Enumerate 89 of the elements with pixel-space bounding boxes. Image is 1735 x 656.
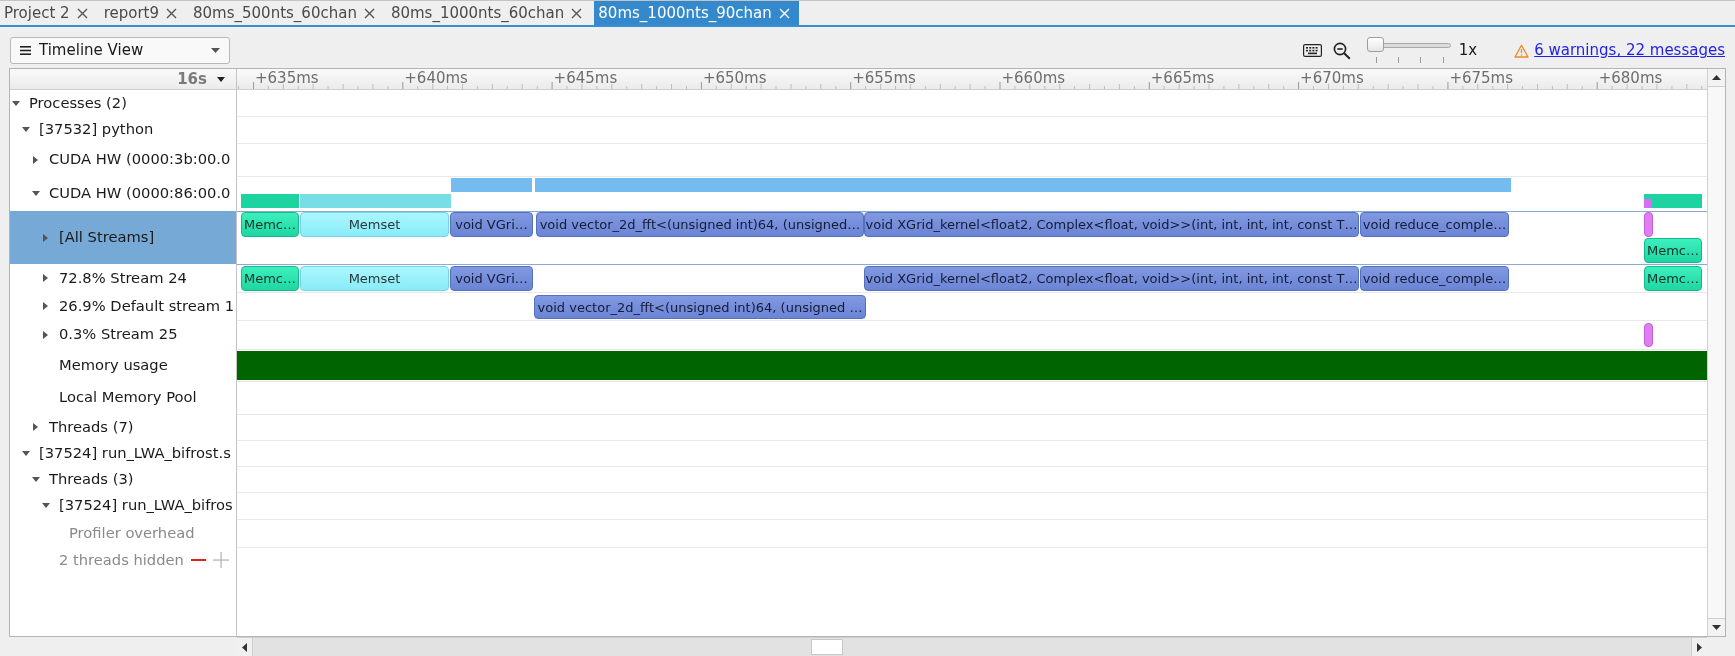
tree-item[interactable]: Profiler overhead <box>10 519 236 547</box>
caret-down-icon[interactable] <box>32 191 40 196</box>
triangle-left-icon <box>242 642 247 652</box>
kernel-event[interactable]: void VGri… <box>450 212 533 237</box>
triangle-up-icon <box>1712 75 1721 80</box>
tree-item[interactable]: Threads (3) <box>10 466 236 492</box>
kernel-event[interactable]: void VGri… <box>450 266 533 291</box>
caret-down-icon[interactable] <box>32 476 40 482</box>
time-label: +650ms <box>702 69 767 88</box>
memcpy-event[interactable]: Memc… <box>1644 238 1702 263</box>
tab[interactable]: 80ms_500nts_60chan <box>189 1 384 25</box>
marker-event[interactable] <box>1644 323 1653 347</box>
scroll-right-button[interactable] <box>1691 638 1707 656</box>
tab[interactable]: 80ms_1000nts_60chan <box>386 1 592 25</box>
caret-down-icon[interactable] <box>12 100 20 106</box>
zoom-level-text: 1x <box>1458 40 1478 62</box>
hidden-threads-label: 2 threads hidden <box>59 549 184 570</box>
tree-item[interactable]: Threads (7) <box>10 414 236 440</box>
close-icon[interactable] <box>166 7 177 19</box>
slider-thumb[interactable] <box>1366 37 1384 52</box>
time-label: +660ms <box>1001 69 1066 88</box>
zoom-out-icon[interactable] <box>1332 41 1351 60</box>
marker-activity <box>1644 199 1652 208</box>
menu-icon <box>20 46 31 55</box>
scrollbar-thumb[interactable] <box>811 639 843 655</box>
marker-event[interactable] <box>1644 212 1653 237</box>
time-label: +680ms <box>1598 69 1663 88</box>
keyboard-icon[interactable] <box>1302 44 1322 57</box>
tree-item[interactable]: Local Memory Pool <box>10 381 236 414</box>
range-menu[interactable]: 16s <box>177 67 225 91</box>
memset-event[interactable]: Memset <box>300 266 449 291</box>
scroll-up-button[interactable] <box>1708 69 1725 87</box>
tree-item[interactable]: 72.8% Stream 24 <box>10 264 236 292</box>
caret-down-icon[interactable] <box>22 450 30 456</box>
issues-link[interactable]: 6 warnings, 22 messages <box>1534 39 1725 62</box>
scroll-left-button[interactable] <box>237 638 253 656</box>
time-label: +670ms <box>1300 69 1364 88</box>
tab[interactable]: 80ms_1000nts_90chan <box>594 1 799 25</box>
minus-icon[interactable] <box>190 559 206 561</box>
caret-right-icon[interactable] <box>43 274 48 282</box>
vertical-scrollbar[interactable] <box>1707 69 1725 636</box>
kernel-event[interactable]: void XGrid_kernel<float2, Complex<float, void>>(int, int, int, int, const T… <box>864 212 1359 237</box>
time-label: +645ms <box>553 69 618 88</box>
time-label: +675ms <box>1449 69 1514 88</box>
memset-event[interactable]: Memset <box>300 212 449 237</box>
caret-right-icon[interactable] <box>33 155 38 164</box>
time-label: +635ms <box>255 69 319 88</box>
close-icon[interactable] <box>76 7 88 19</box>
kernel-event[interactable]: void vector_2d_fft<(unsigned int)64, (unsigned… <box>536 212 864 237</box>
caret-right-icon[interactable] <box>43 330 48 339</box>
close-icon[interactable] <box>363 7 375 19</box>
caret-down-icon <box>211 48 220 53</box>
memcpy-event[interactable]: Memc… <box>241 212 299 237</box>
tree-item[interactable]: [37524] run_LWA_bifrost.s <box>10 440 236 466</box>
memcpy-event[interactable]: Memc… <box>241 266 299 291</box>
tree-item[interactable]: Processes (2) <box>10 90 236 116</box>
caret-down-icon <box>217 76 225 82</box>
kernel-event[interactable]: void reduce_comple… <box>1360 266 1509 291</box>
caret-right-icon[interactable] <box>43 233 48 242</box>
caret-right-icon[interactable] <box>43 302 48 310</box>
caret-down-icon[interactable] <box>22 127 30 132</box>
close-icon[interactable] <box>571 7 583 19</box>
warning-icon <box>1514 43 1530 58</box>
kernel-event[interactable]: void reduce_comple… <box>1360 212 1509 237</box>
tree-item[interactable]: CUDA HW (0000:3b:00.0 <box>10 143 236 176</box>
tree-item[interactable]: 26.9% Default stream 1 <box>10 292 236 320</box>
memcpy-activity <box>241 194 299 208</box>
time-label: +640ms <box>404 69 468 88</box>
view-menu[interactable]: Timeline View <box>10 37 230 64</box>
triangle-down-icon <box>1712 625 1721 630</box>
triangle-right-icon <box>1697 642 1702 652</box>
tree-item[interactable]: Memory usage <box>10 349 236 381</box>
tab[interactable]: Project 2 <box>0 1 97 25</box>
tree-item[interactable]: CUDA HW (0000:86:00.0 <box>10 176 236 211</box>
memcpy-event[interactable]: Memc… <box>1644 266 1702 291</box>
tree-item[interactable]: [37532] python <box>10 116 236 143</box>
tab[interactable]: report9 <box>99 1 186 25</box>
scroll-down-button[interactable] <box>1708 618 1725 636</box>
tree-item[interactable]: 0.3% Stream 25 <box>10 320 236 349</box>
tree-item[interactable]: [All Streams] <box>10 211 236 264</box>
zoom-slider[interactable] <box>1366 37 1451 64</box>
caret-down-icon[interactable] <box>42 503 50 508</box>
tree-item[interactable]: [37524] run_LWA_bifros <box>10 492 236 519</box>
kernel-event[interactable]: void vector_2d_fft<(unsigned int)64, (unsigned … <box>534 295 866 319</box>
time-label: +665ms <box>1150 69 1215 88</box>
caret-right-icon[interactable] <box>33 423 38 431</box>
time-label: +655ms <box>852 69 916 88</box>
memcpy-activity <box>1644 194 1702 208</box>
kernel-event[interactable]: void XGrid_kernel<float2, Complex<float, void>>(int, int, int, int, const T… <box>864 266 1359 291</box>
